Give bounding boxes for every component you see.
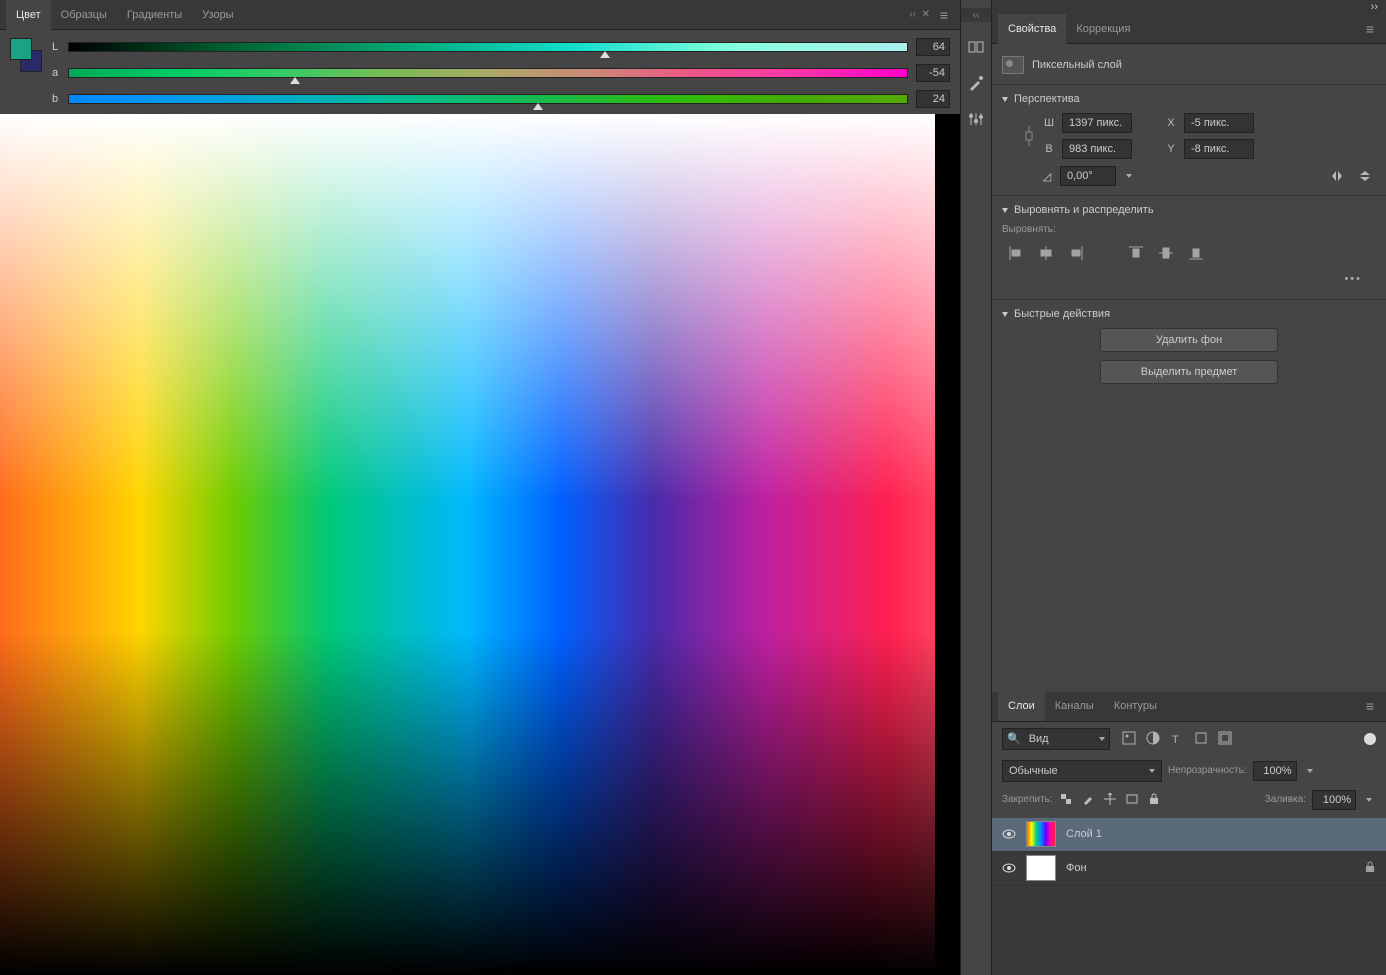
align-top-icon[interactable] — [1126, 243, 1146, 263]
lock-artboard-icon[interactable] — [1125, 792, 1141, 808]
tab-gradients[interactable]: Градиенты — [117, 0, 192, 30]
foreground-background-swatch[interactable] — [10, 38, 42, 78]
filter-shape-icon[interactable] — [1194, 731, 1210, 747]
collapsed-panel-dock: ‹‹ — [960, 0, 992, 975]
layer-name[interactable]: Слой 1 — [1066, 828, 1376, 840]
align-right-icon[interactable] — [1066, 243, 1086, 263]
opacity-dropdown-icon[interactable] — [1303, 761, 1317, 781]
tab-layers[interactable]: Слои — [998, 691, 1045, 721]
remove-background-button[interactable]: Удалить фон — [1100, 328, 1278, 352]
color-spectrum[interactable] — [0, 114, 960, 975]
height-input[interactable]: 983 пикс. — [1062, 139, 1132, 159]
slider-b-value[interactable]: 24 — [916, 90, 950, 108]
blend-mode-dropdown[interactable]: Обычные — [1002, 760, 1162, 782]
opacity-label: Непрозрачность: — [1168, 765, 1247, 776]
properties-panel-menu-icon[interactable]: ≡ — [1360, 21, 1380, 37]
dock-icon-1[interactable] — [965, 36, 987, 58]
pixel-layer-icon — [1002, 56, 1024, 74]
transform-section-header[interactable]: Перспектива — [1002, 93, 1376, 105]
properties-panel-tabs: Свойства Коррекция ≡ — [992, 14, 1386, 44]
x-input[interactable]: -5 пикс. — [1184, 113, 1254, 133]
layer-name[interactable]: Фон — [1066, 862, 1354, 874]
color-panel-tabs: Цвет Образцы Градиенты Узоры ‹‹ ✕ ≡ — [0, 0, 960, 30]
lock-position-icon[interactable] — [1103, 792, 1119, 808]
tab-patterns[interactable]: Узоры — [192, 0, 243, 30]
tab-properties[interactable]: Свойства — [998, 14, 1066, 44]
lock-transparency-icon[interactable] — [1059, 792, 1075, 808]
flip-horizontal-icon[interactable] — [1326, 165, 1348, 187]
filter-type-icon[interactable]: T — [1170, 731, 1186, 747]
link-dimensions-icon[interactable] — [1022, 122, 1036, 150]
lock-icon — [1364, 861, 1376, 876]
x-label: X — [1164, 117, 1178, 129]
align-section-header[interactable]: Выровнять и распределить — [1002, 204, 1376, 216]
visibility-toggle-icon[interactable] — [1002, 861, 1016, 875]
slider-a-value[interactable]: -54 — [916, 64, 950, 82]
tab-channels[interactable]: Каналы — [1045, 691, 1104, 721]
align-buttons — [1002, 239, 1376, 267]
layer-type-label: Пиксельный слой — [1032, 59, 1122, 71]
angle-dropdown[interactable] — [1122, 166, 1136, 186]
filter-toggle-icon[interactable] — [1364, 733, 1376, 745]
tab-adjustments[interactable]: Коррекция — [1066, 14, 1140, 44]
angle-icon: ◿ — [1040, 170, 1054, 183]
lock-label: Закрепить: — [1002, 794, 1053, 805]
fill-input[interactable]: 100% — [1312, 790, 1356, 810]
slider-l-value[interactable]: 64 — [916, 38, 950, 56]
fill-label: Заливка: — [1265, 794, 1306, 805]
width-input[interactable]: 1397 пикс. — [1062, 113, 1132, 133]
tab-color[interactable]: Цвет — [6, 0, 51, 30]
select-subject-button[interactable]: Выделить предмет — [1100, 360, 1278, 384]
right-dock-strip: ›› — [992, 0, 1386, 14]
layer-row[interactable]: Фон — [992, 852, 1386, 886]
layer-row[interactable]: Слой 1 — [992, 818, 1386, 852]
width-label: Ш — [1042, 117, 1056, 129]
slider-a-track[interactable] — [68, 68, 908, 78]
flip-vertical-icon[interactable] — [1354, 165, 1376, 187]
search-icon: 🔍 — [1003, 732, 1025, 745]
layer-thumbnail[interactable] — [1026, 855, 1056, 881]
dock-icon-brush[interactable] — [965, 72, 987, 94]
y-input[interactable]: -8 пикс. — [1184, 139, 1254, 159]
align-sublabel: Выровнять: — [1002, 224, 1376, 235]
lock-all-icon[interactable] — [1147, 792, 1163, 808]
height-label: В — [1042, 143, 1056, 155]
align-more-icon[interactable]: ••• — [1002, 267, 1376, 291]
filter-adjustment-icon[interactable] — [1146, 731, 1162, 747]
color-panel-body: L 64 a -54 b 24 — [0, 30, 960, 114]
filter-pixel-icon[interactable] — [1122, 731, 1138, 747]
expand-icon[interactable]: ›› — [1371, 1, 1378, 13]
foreground-color-swatch[interactable] — [10, 38, 32, 60]
slider-a-label: a — [50, 67, 60, 79]
color-panel-menu-icon[interactable]: ≡ — [934, 7, 954, 23]
align-bottom-icon[interactable] — [1186, 243, 1206, 263]
layer-filter-dropdown[interactable]: 🔍 Вид — [1002, 728, 1110, 750]
fill-dropdown-icon[interactable] — [1362, 790, 1376, 810]
panel-collapse-controls[interactable]: ‹‹ ✕ — [909, 0, 930, 28]
layers-panel-menu-icon[interactable]: ≡ — [1360, 698, 1380, 714]
lock-paint-icon[interactable] — [1081, 792, 1097, 808]
slider-l-label: L — [50, 41, 60, 53]
layers-panel-tabs: Слои Каналы Контуры ≡ — [992, 692, 1386, 722]
angle-input[interactable]: 0,00° — [1060, 166, 1116, 186]
layer-list: Слой 1 Фон — [992, 818, 1386, 975]
visibility-toggle-icon[interactable] — [1002, 827, 1016, 841]
align-left-icon[interactable] — [1006, 243, 1026, 263]
tab-swatches[interactable]: Образцы — [51, 0, 117, 30]
y-label: Y — [1164, 143, 1178, 155]
tab-paths[interactable]: Контуры — [1104, 691, 1167, 721]
align-hcenter-icon[interactable] — [1036, 243, 1056, 263]
layer-thumbnail[interactable] — [1026, 821, 1056, 847]
svg-text:T: T — [1172, 734, 1179, 745]
slider-b-label: b — [50, 93, 60, 105]
opacity-input[interactable]: 100% — [1253, 761, 1297, 781]
slider-b-track[interactable] — [68, 94, 908, 104]
quick-actions-header[interactable]: Быстрые действия — [1002, 308, 1376, 320]
align-vcenter-icon[interactable] — [1156, 243, 1176, 263]
slider-l-track[interactable] — [68, 42, 908, 52]
filter-smartobject-icon[interactable] — [1218, 731, 1234, 747]
dock-icon-adjustments[interactable] — [965, 108, 987, 130]
